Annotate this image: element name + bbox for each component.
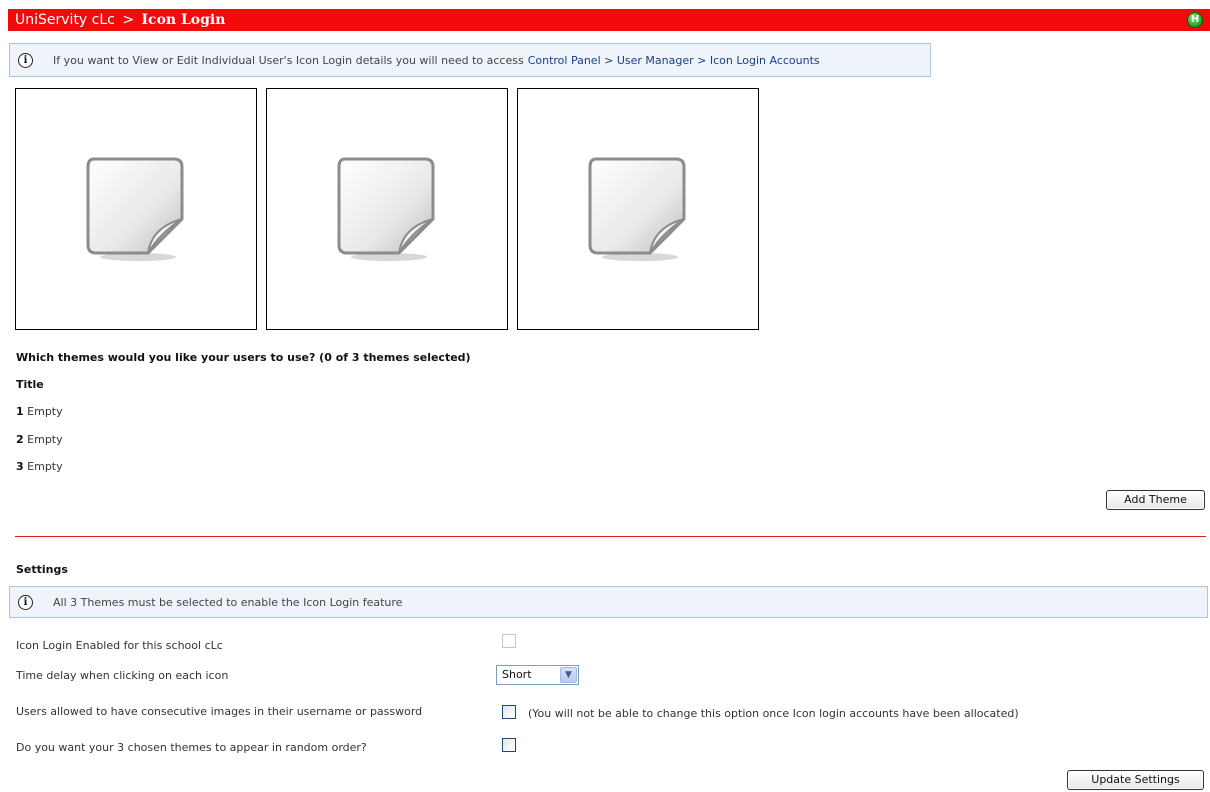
settings-heading: Settings: [16, 563, 68, 576]
info-icon: i: [18, 52, 33, 68]
blank-page-icon: [588, 157, 686, 261]
info-banner: i If you want to View or Edit Individual…: [9, 43, 931, 77]
blank-page-icon: [337, 157, 435, 261]
themes-question: Which themes would you like your users t…: [16, 351, 471, 364]
time-delay-label: Time delay when clicking on each icon: [16, 669, 229, 682]
theme-number: 2: [16, 433, 24, 446]
consecutive-images-note: (You will not be able to change this opt…: [528, 707, 1019, 720]
random-order-label: Do you want your 3 chosen themes to appe…: [16, 741, 367, 754]
theme-slot-2[interactable]: [266, 88, 508, 330]
breadcrumb-root[interactable]: UniServity cLc: [15, 12, 115, 28]
help-icon[interactable]: H: [1187, 12, 1203, 28]
theme-number: 3: [16, 460, 24, 473]
theme-slot-1[interactable]: [15, 88, 257, 330]
add-theme-button[interactable]: Add Theme: [1106, 490, 1205, 510]
settings-info-banner: i All 3 Themes must be selected to enabl…: [9, 586, 1208, 618]
themes-column-header: Title: [16, 378, 44, 391]
time-delay-select[interactable]: Short ▼: [496, 665, 579, 685]
page-title: Icon Login: [141, 12, 226, 28]
theme-number: 1: [16, 405, 24, 418]
theme-list-item: 2 Empty: [16, 433, 63, 446]
theme-title: Empty: [27, 405, 63, 418]
section-divider: [15, 536, 1206, 537]
theme-list-item: 3 Empty: [16, 460, 63, 473]
chevron-down-icon[interactable]: ▼: [560, 667, 577, 683]
random-order-checkbox[interactable]: [502, 738, 516, 752]
time-delay-value: Short: [502, 668, 532, 681]
theme-title: Empty: [27, 460, 63, 473]
update-settings-button[interactable]: Update Settings: [1067, 770, 1204, 790]
icon-login-enabled-label: Icon Login Enabled for this school cLc: [16, 639, 223, 652]
theme-list-item: 1 Empty: [16, 405, 63, 418]
info-banner-text: If you want to View or Edit Individual U…: [53, 53, 524, 67]
title-bar: UniServity cLc > Icon Login H: [8, 9, 1210, 31]
settings-info-text: All 3 Themes must be selected to enable …: [53, 595, 403, 609]
icon-login-enabled-checkbox[interactable]: [502, 634, 516, 648]
consecutive-images-label: Users allowed to have consecutive images…: [16, 705, 423, 718]
control-panel-link[interactable]: Control Panel > User Manager > Icon Logi…: [528, 54, 820, 67]
theme-title: Empty: [27, 433, 63, 446]
consecutive-images-checkbox[interactable]: [502, 705, 516, 719]
blank-page-icon: [86, 157, 184, 261]
info-icon: i: [18, 594, 33, 610]
breadcrumb-separator: >: [122, 12, 135, 28]
theme-slot-3[interactable]: [517, 88, 759, 330]
